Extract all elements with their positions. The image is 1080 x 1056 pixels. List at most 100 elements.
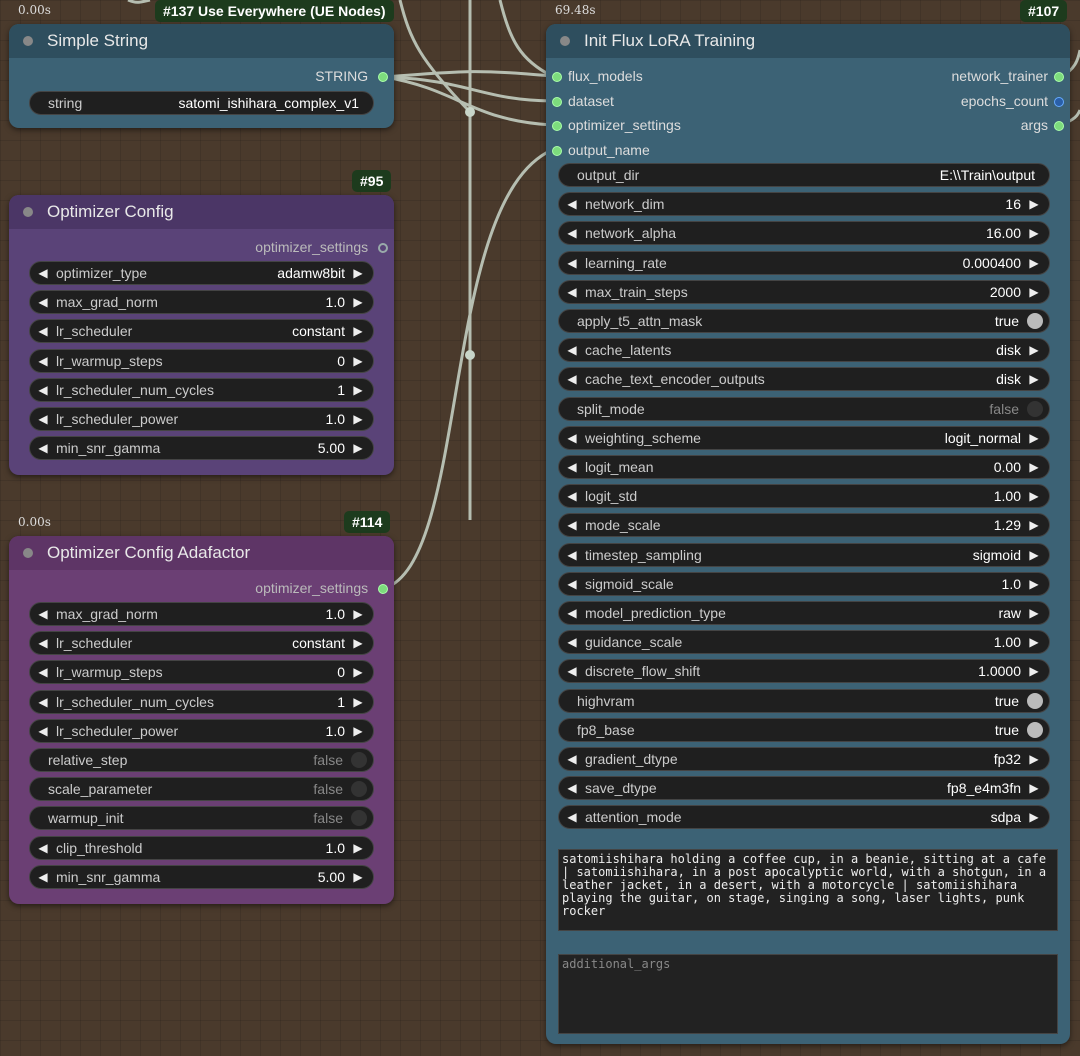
decrement-arrow-icon[interactable]: ◀ <box>559 343 581 357</box>
output-socket-icon[interactable] <box>1054 96 1064 107</box>
widget-max-grad-norm[interactable]: ◀ max_grad_norm 1.0 ▶ <box>29 290 374 315</box>
widget-lr-scheduler[interactable]: ◀ lr_scheduler constant ▶ <box>29 319 374 344</box>
widget-learning-rate[interactable]: ◀ learning_rate 0.000400 ▶ <box>558 250 1050 275</box>
widget-model-prediction-type[interactable]: ◀ model_prediction_type raw ▶ <box>558 601 1050 625</box>
collapse-dot-icon[interactable] <box>23 207 33 217</box>
widget-network-alpha[interactable]: ◀ network_alpha 16.00 ▶ <box>558 221 1050 246</box>
widget-discrete-flow-shift[interactable]: ◀ discrete_flow_shift 1.0000 ▶ <box>558 659 1050 684</box>
increment-arrow-icon[interactable]: ▶ <box>349 607 373 621</box>
decrement-arrow-icon[interactable]: ◀ <box>559 635 581 649</box>
decrement-arrow-icon[interactable]: ◀ <box>559 431 581 445</box>
widget-lr-scheduler-num-cycles[interactable]: ◀ lr_scheduler_num_cycles 1 ▶ <box>29 377 374 402</box>
decrement-arrow-icon[interactable]: ◀ <box>30 724 52 738</box>
node-header[interactable]: Optimizer Config Adafactor <box>9 536 394 570</box>
increment-arrow-icon[interactable]: ▶ <box>349 695 373 709</box>
decrement-arrow-icon[interactable]: ◀ <box>559 256 581 270</box>
optimizer-config-adafactor-node[interactable]: Optimizer Config Adafactor optimizer_set… <box>9 536 394 904</box>
decrement-arrow-icon[interactable]: ◀ <box>559 810 581 824</box>
increment-arrow-icon[interactable]: ▶ <box>1025 548 1049 562</box>
increment-arrow-icon[interactable]: ▶ <box>1025 256 1049 270</box>
init-flux-lora-training-node[interactable]: Init Flux LoRA Training flux_models datas… <box>546 24 1070 1044</box>
optimizer-config-node[interactable]: Optimizer Config optimizer_settings ◀ opt… <box>9 195 394 475</box>
decrement-arrow-icon[interactable]: ◀ <box>30 636 52 650</box>
widget-logit-mean[interactable]: ◀ logit_mean 0.00 ▶ <box>558 455 1050 479</box>
increment-arrow-icon[interactable]: ▶ <box>1025 372 1049 386</box>
string-widget[interactable]: string satomi_ishihara_complex_v1 <box>29 91 374 115</box>
widget-apply-t5-attn-mask[interactable]: apply_t5_attn_mask true <box>558 309 1050 333</box>
decrement-arrow-icon[interactable]: ◀ <box>30 266 52 280</box>
output-slot-optimizer-settings[interactable]: optimizer_settings <box>255 237 388 257</box>
increment-arrow-icon[interactable]: ▶ <box>349 841 373 855</box>
decrement-arrow-icon[interactable]: ◀ <box>559 372 581 386</box>
increment-arrow-icon[interactable]: ▶ <box>349 383 373 397</box>
increment-arrow-icon[interactable]: ▶ <box>1025 518 1049 532</box>
decrement-arrow-icon[interactable]: ◀ <box>559 226 581 240</box>
input-socket-icon[interactable] <box>552 96 562 107</box>
decrement-arrow-icon[interactable]: ◀ <box>559 577 581 591</box>
toggle-knob-icon[interactable] <box>351 781 367 798</box>
increment-arrow-icon[interactable]: ▶ <box>1025 489 1049 503</box>
increment-arrow-icon[interactable]: ▶ <box>349 295 373 309</box>
decrement-arrow-icon[interactable]: ◀ <box>30 354 52 368</box>
output-slot-string[interactable]: STRING <box>315 66 388 86</box>
decrement-arrow-icon[interactable]: ◀ <box>30 383 52 397</box>
collapse-dot-icon[interactable] <box>23 548 33 558</box>
decrement-arrow-icon[interactable]: ◀ <box>30 870 52 884</box>
decrement-arrow-icon[interactable]: ◀ <box>559 489 581 503</box>
output-socket-icon[interactable] <box>1054 121 1064 132</box>
increment-arrow-icon[interactable]: ▶ <box>1025 752 1049 766</box>
widget-split-mode[interactable]: split_mode false <box>558 396 1050 421</box>
increment-arrow-icon[interactable]: ▶ <box>349 266 373 280</box>
increment-arrow-icon[interactable]: ▶ <box>1025 577 1049 591</box>
input-slot-optimizer-settings[interactable]: optimizer_settings <box>552 115 681 135</box>
input-socket-icon[interactable] <box>552 121 562 132</box>
increment-arrow-icon[interactable]: ▶ <box>1025 606 1049 620</box>
increment-arrow-icon[interactable]: ▶ <box>349 665 373 679</box>
decrement-arrow-icon[interactable]: ◀ <box>559 606 581 620</box>
widget-lr-scheduler[interactable]: ◀ lr_scheduler constant ▶ <box>29 631 374 656</box>
prompt-textarea[interactable]: satomiishihara holding a coffee cup, in … <box>558 849 1058 931</box>
collapse-dot-icon[interactable] <box>23 36 33 46</box>
decrement-arrow-icon[interactable]: ◀ <box>30 695 52 709</box>
toggle-knob-icon[interactable] <box>1027 400 1043 417</box>
decrement-arrow-icon[interactable]: ◀ <box>559 752 581 766</box>
node-header[interactable]: Init Flux LoRA Training <box>546 24 1070 58</box>
widget-clip-threshold[interactable]: ◀ clip_threshold 1.0 ▶ <box>29 835 374 860</box>
widget-mode-scale[interactable]: ◀ mode_scale 1.29 ▶ <box>558 513 1050 538</box>
decrement-arrow-icon[interactable]: ◀ <box>30 841 52 855</box>
increment-arrow-icon[interactable]: ▶ <box>1025 781 1049 795</box>
decrement-arrow-icon[interactable]: ◀ <box>559 664 581 678</box>
collapse-dot-icon[interactable] <box>560 36 570 46</box>
output-slot-network-trainer[interactable]: network_trainer <box>952 66 1064 86</box>
widget-warmup-init[interactable]: warmup_init false <box>29 806 374 831</box>
widget-cache-text-encoder-outputs[interactable]: ◀ cache_text_encoder_outputs disk ▶ <box>558 367 1050 392</box>
widget-output-dir[interactable]: output_dir E:\\Train\output <box>558 163 1050 187</box>
toggle-knob-icon[interactable] <box>351 810 367 827</box>
increment-arrow-icon[interactable]: ▶ <box>349 636 373 650</box>
widget-max-grad-norm[interactable]: ◀ max_grad_norm 1.0 ▶ <box>29 602 374 626</box>
increment-arrow-icon[interactable]: ▶ <box>349 870 373 884</box>
node-header[interactable]: Simple String <box>9 24 394 58</box>
increment-arrow-icon[interactable]: ▶ <box>349 412 373 426</box>
decrement-arrow-icon[interactable]: ◀ <box>559 460 581 474</box>
toggle-knob-icon[interactable] <box>1027 692 1043 709</box>
widget-cache-latents[interactable]: ◀ cache_latents disk ▶ <box>558 338 1050 363</box>
decrement-arrow-icon[interactable]: ◀ <box>30 441 52 455</box>
increment-arrow-icon[interactable]: ▶ <box>1025 460 1049 474</box>
widget-attention-mode[interactable]: ◀ attention_mode sdpa ▶ <box>558 805 1050 830</box>
widget-lr-scheduler-power[interactable]: ◀ lr_scheduler_power 1.0 ▶ <box>29 718 374 743</box>
additional-args-textarea[interactable]: additional_args <box>558 954 1058 1034</box>
output-slot-epochs-count[interactable]: epochs_count <box>961 91 1064 111</box>
increment-arrow-icon[interactable]: ▶ <box>1025 285 1049 299</box>
output-socket-icon[interactable] <box>378 72 388 83</box>
widget-max-train-steps[interactable]: ◀ max_train_steps 2000 ▶ <box>558 279 1050 304</box>
increment-arrow-icon[interactable]: ▶ <box>1025 810 1049 824</box>
widget-sigmoid-scale[interactable]: ◀ sigmoid_scale 1.0 ▶ <box>558 571 1050 596</box>
input-socket-icon[interactable] <box>552 72 562 83</box>
decrement-arrow-icon[interactable]: ◀ <box>30 607 52 621</box>
widget-weighting-scheme[interactable]: ◀ weighting_scheme logit_normal ▶ <box>558 425 1050 450</box>
widget-lr-warmup-steps[interactable]: ◀ lr_warmup_steps 0 ▶ <box>29 348 374 373</box>
increment-arrow-icon[interactable]: ▶ <box>1025 431 1049 445</box>
widget-scale-parameter[interactable]: scale_parameter false <box>29 777 374 802</box>
increment-arrow-icon[interactable]: ▶ <box>349 724 373 738</box>
